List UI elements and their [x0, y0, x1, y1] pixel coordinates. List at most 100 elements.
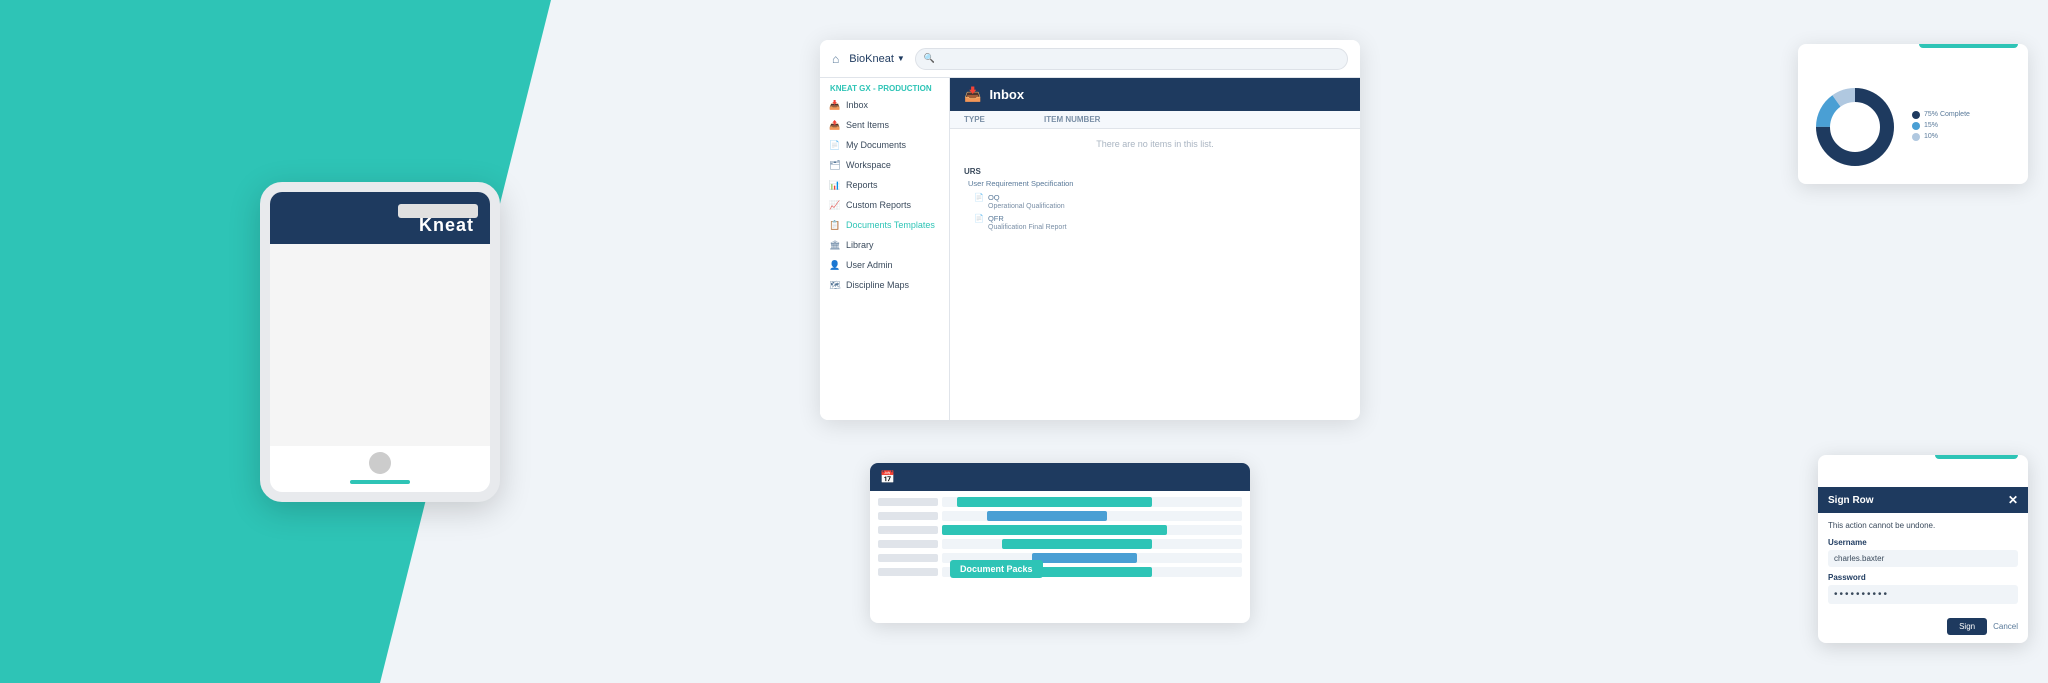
gantt-label-4	[878, 540, 938, 548]
sidebar-label-library: Library	[846, 240, 874, 250]
sidebar-item-doc-templates[interactable]: 📋 Documents Templates	[820, 215, 949, 235]
col-type-header: Type	[964, 115, 1044, 124]
sidebar-section-label: Kneat Gx - Production	[820, 78, 949, 95]
gantt-label-6	[878, 568, 938, 576]
gantt-bar-container-2	[942, 511, 1242, 521]
legend-label-3: 10%	[1924, 133, 1938, 140]
gantt-row-2	[878, 511, 1242, 521]
doc-category-urs: URS	[964, 167, 1346, 176]
gantt-bar-1	[957, 497, 1152, 507]
inbox-icon: 📥	[830, 100, 840, 110]
col-item-number-header: Item Number	[1044, 115, 1346, 124]
gantt-header: 📅	[870, 463, 1250, 491]
legend-item-2: 15%	[1912, 122, 1970, 130]
sign-modal-body: This action cannot be undone. Username c…	[1818, 513, 2028, 618]
gantt-bar-5	[1032, 553, 1137, 563]
gantt-label-3	[878, 526, 938, 534]
sidebar: Kneat Gx - Production 📥 Inbox 📤 Sent Ite…	[820, 78, 950, 420]
sidebar-item-sent[interactable]: 📤 Sent Items	[820, 115, 949, 135]
biokneat-label: BioKneat	[849, 53, 894, 65]
gantt-label-5	[878, 554, 938, 562]
gantt-label-1	[878, 498, 938, 506]
sidebar-item-discipline[interactable]: 🗺 Discipline Maps	[820, 275, 949, 295]
sidebar-label-reports: Reports	[846, 180, 878, 190]
gantt-icon: 📅	[880, 470, 895, 484]
gantt-bar-container-1	[942, 497, 1242, 507]
gantt-window: 📅	[870, 463, 1250, 623]
custom-reports-icon: 📈	[830, 200, 840, 210]
sidebar-item-workspace[interactable]: 🗂 Workspace	[820, 155, 949, 175]
gantt-bar-container-4	[942, 539, 1242, 549]
user-admin-icon: 👤	[830, 260, 840, 270]
doc-templates-icon: 📋	[830, 220, 840, 230]
sidebar-item-custom-reports[interactable]: 📈 Custom Reports	[820, 195, 949, 215]
sidebar-item-user-admin[interactable]: 👤 User Admin	[820, 255, 949, 275]
tablet-body	[270, 244, 490, 446]
sidebar-label-sent: Sent Items	[846, 120, 889, 130]
validation-widget: Validation Reports 75% Complete	[1798, 44, 2028, 184]
tablet-device: Kneat	[260, 182, 500, 502]
gantt-row-1	[878, 497, 1242, 507]
doc-sub-oq: 📄 OQ	[964, 192, 1346, 203]
username-field-label: Username	[1828, 538, 2018, 547]
reports-icon: 📊	[830, 180, 840, 190]
doc-icon-qfr: 📄	[974, 214, 984, 223]
biokneat-nav-button[interactable]: BioKneat ▼	[849, 53, 905, 65]
right-section: ⌂ BioKneat ▼ 🔍 Kneat Gx - Production 📥 I…	[760, 0, 2048, 683]
validation-body: 75% Complete 15% 10%	[1798, 62, 2028, 184]
legend-dot-3	[1912, 133, 1920, 141]
gantt-bar-2	[987, 511, 1107, 521]
sidebar-item-library[interactable]: 🏛 Library	[820, 235, 949, 255]
oq-label: Operational Qualification	[964, 203, 1346, 210]
donut-chart	[1810, 82, 1900, 172]
workspace-icon: 🗂	[830, 160, 840, 170]
sign-modal-warning: This action cannot be undone.	[1828, 521, 2018, 530]
sidebar-label-discipline: Discipline Maps	[846, 280, 909, 290]
doc-packs-badge: Document Packs	[950, 560, 1043, 578]
gantt-row-5	[878, 553, 1242, 563]
sign-button[interactable]: Sign	[1947, 618, 1987, 635]
gantt-label-2	[878, 512, 938, 520]
search-bar[interactable]: 🔍	[915, 48, 1348, 70]
inbox-table-header: Type Item Number	[950, 111, 1360, 129]
tablet-home-button[interactable]	[369, 452, 391, 474]
sidebar-label-my-docs: My Documents	[846, 140, 906, 150]
tablet-header: Kneat	[270, 192, 490, 244]
gantt-row-4	[878, 539, 1242, 549]
sign-modal-actions: Sign Cancel	[1818, 618, 2028, 643]
inbox-empty-message: There are no items in this list.	[950, 129, 1360, 159]
doc-sub-qfr: 📄 QFR	[964, 213, 1346, 224]
tablet-container: Kneat	[260, 182, 500, 502]
sign-row-title: Sign Row	[1828, 495, 1874, 506]
cancel-button[interactable]: Cancel	[1993, 618, 2018, 635]
sidebar-item-inbox[interactable]: 📥 Inbox	[820, 95, 949, 115]
doc-list: URS User Requirement Specification 📄 OQ …	[950, 159, 1360, 239]
doc-icon-oq: 📄	[974, 193, 984, 202]
sidebar-item-reports[interactable]: 📊 Reports	[820, 175, 949, 195]
app-topbar: ⌂ BioKneat ▼ 🔍	[820, 40, 1360, 78]
tablet-bottom-bar	[350, 480, 410, 484]
password-field-value: ••••••••••	[1828, 585, 2018, 604]
discipline-icon: 🗺	[830, 280, 840, 290]
urs-label: URS	[964, 167, 981, 176]
sent-icon: 📤	[830, 120, 840, 130]
content-area: 📥 Inbox Type Item Number There are no it…	[950, 78, 1360, 420]
gantt-body	[870, 491, 1250, 587]
docs-icon: 📄	[830, 140, 840, 150]
legend-dot-1	[1912, 111, 1920, 119]
dropdown-icon: ▼	[897, 54, 905, 63]
left-section: Kneat	[0, 0, 760, 683]
sidebar-label-inbox: Inbox	[846, 100, 868, 110]
legend-label-1: 75% Complete	[1924, 111, 1970, 118]
inbox-header-icon: 📥	[964, 86, 981, 103]
sidebar-label-custom-reports: Custom Reports	[846, 200, 911, 210]
sidebar-item-my-docs[interactable]: 📄 My Documents	[820, 135, 949, 155]
inbox-title: Inbox	[989, 87, 1024, 102]
doc-qfr-abbr: QFR	[988, 214, 1004, 223]
sign-modal-close-button[interactable]: ✕	[2008, 493, 2018, 507]
legend-item-1: 75% Complete	[1912, 111, 1970, 119]
urs-full-label: User Requirement Specification	[964, 179, 1346, 188]
tablet-logo: Kneat	[419, 215, 474, 236]
legend-item-3: 10%	[1912, 133, 1970, 141]
username-field-value: charles.baxter	[1828, 550, 2018, 567]
